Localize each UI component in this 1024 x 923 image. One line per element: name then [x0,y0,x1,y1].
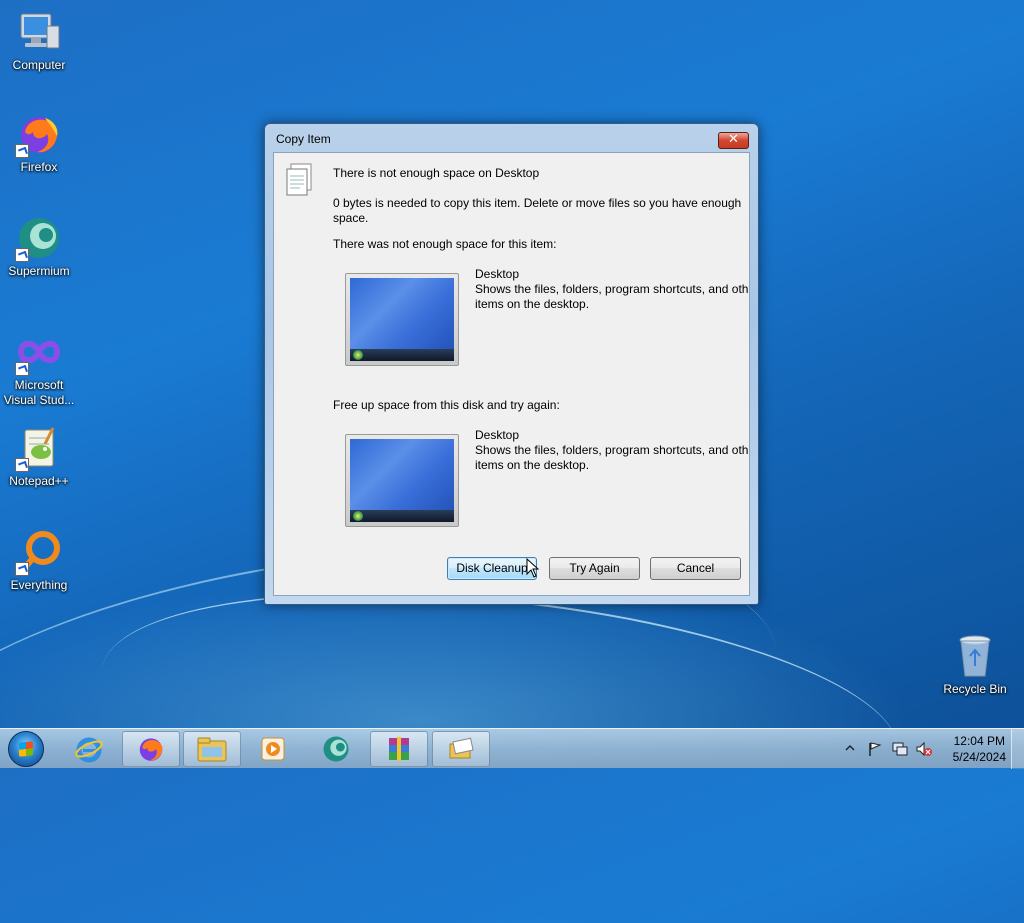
desktop-icon-label: Computer [12,58,66,72]
start-button[interactable] [8,731,44,767]
dialog-message: 0 bytes is needed to copy this item. Del… [333,196,742,210]
shortcut-arrow-icon [15,458,29,472]
taskbar-internet-explorer[interactable] [60,731,118,767]
file-explorer-icon [197,737,227,762]
shortcut-arrow-icon [15,362,29,376]
close-button[interactable]: ✕ [718,132,749,149]
try-again-button[interactable]: Try Again [549,557,640,580]
notepadpp-icon [15,424,63,472]
item-description: items on the desktop. [475,297,590,311]
clock[interactable]: 12:04 PM 5/24/2024 [953,733,1006,765]
show-hidden-icons-icon[interactable] [845,743,855,753]
mouse-cursor-icon [526,558,540,578]
media-player-icon [261,737,285,761]
desktop-icon-recycle-bin[interactable]: Recycle Bin [936,632,1014,697]
copy-dialog-icon [449,737,474,759]
show-desktop-button[interactable] [1011,729,1024,769]
desktop-icon-notepadpp[interactable]: Notepad++ [0,424,78,489]
clock-date: 5/24/2024 [952,750,1006,764]
close-icon: ✕ [728,132,739,147]
dialog-heading: There is not enough space on Desktop [333,166,540,180]
supermium-icon [15,214,63,262]
item-description: Shows the files, folders, program shortc… [475,282,750,296]
shortcut-arrow-icon [15,248,29,262]
computer-icon [15,8,63,56]
desktop-icon-computer[interactable]: Computer [0,8,78,73]
item-description: Shows the files, folders, program shortc… [475,443,750,457]
desktop-icon-label: Supermium [8,264,70,278]
dialog-message: space. [333,211,369,225]
desktop-icon-supermium[interactable]: Supermium [0,214,78,279]
not-enough-space-label: There was not enough space for this item… [333,237,557,251]
supermium-icon [323,736,349,762]
winrar-icon [389,737,409,761]
taskbar-file-explorer[interactable] [183,731,241,767]
desktop-icon-visual-studio[interactable]: Microsoft Visual Stud... [0,328,78,408]
copy-item-dialog: Copy Item ✕ There is not enough space on… [264,123,759,605]
desktop-icon-firefox[interactable]: Firefox [0,110,78,175]
desktop-icon-label: Firefox [20,160,58,174]
firefox-icon [15,110,63,158]
taskbar-firefox[interactable] [122,731,180,767]
document-icon [286,163,312,197]
cancel-button[interactable]: Cancel [650,557,741,580]
firefox-icon [139,738,163,761]
item-name: Desktop [475,428,520,442]
taskbar-supermium[interactable] [307,731,365,767]
desktop-icon-label: Microsoft [14,378,64,392]
shortcut-arrow-icon [15,562,29,576]
desktop-icon-label: Notepad++ [9,474,69,488]
taskbar-media-player[interactable] [244,731,302,767]
desktop-thumbnail-icon [345,434,459,527]
shortcut-arrow-icon [15,144,29,158]
volume-muted-icon[interactable] [915,741,933,757]
item-name: Desktop [475,267,520,281]
action-center-flag-icon[interactable] [867,741,883,757]
dialog-content: There is not enough space on Desktop 0 b… [273,152,750,596]
network-icon[interactable] [891,741,909,757]
dialog-title: Copy Item [276,132,331,146]
taskbar-winrar[interactable] [370,731,428,767]
desktop-thumbnail-icon [345,273,459,366]
disk-cleanup-button[interactable]: Disk Cleanup [447,557,537,580]
item-description: items on the desktop. [475,458,590,472]
desktop-icon-label: Everything [10,578,68,592]
clock-time: 12:04 PM [953,734,1005,748]
recycle-bin-icon [951,632,999,680]
desktop-icon-label: Recycle Bin [943,682,1007,696]
desktop-icon-everything[interactable]: Everything [0,528,78,593]
internet-explorer-icon [75,737,103,763]
desktop-icon-label: Visual Stud... [3,393,75,407]
everything-icon [15,528,63,576]
free-up-space-label: Free up space from this disk and try aga… [333,398,560,412]
taskbar: 12:04 PM 5/24/2024 [0,728,1024,769]
taskbar-copy-dialog[interactable] [432,731,490,767]
visual-studio-icon [15,328,63,376]
